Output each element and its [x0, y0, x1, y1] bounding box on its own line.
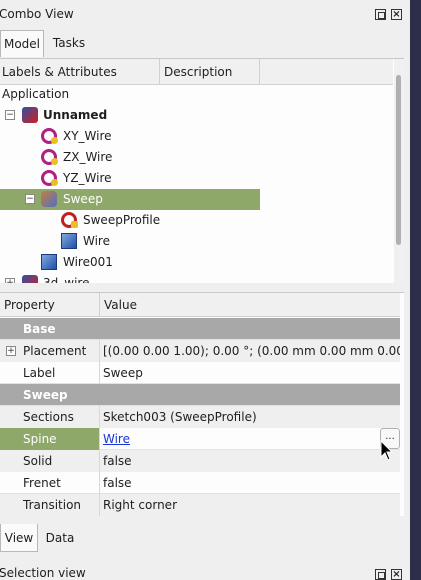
box-icon [61, 233, 77, 249]
tree-row-zx-wire[interactable]: ZX_Wire [0, 147, 393, 168]
tree-scrollbar[interactable] [394, 59, 404, 283]
tab-view[interactable]: View [0, 524, 38, 552]
tree-row-unnamed[interactable]: − Unnamed [0, 105, 393, 126]
box-icon [41, 254, 57, 270]
tree-item-label: ZX_Wire [63, 150, 113, 164]
prop-name: + Placement [0, 340, 100, 362]
collapse-icon[interactable]: − [25, 194, 35, 204]
prop-name: Spine [0, 428, 100, 450]
wire-sketch-icon [41, 128, 58, 144]
tree-item-label: Sweep [63, 192, 103, 206]
top-tab-bar: Model Tasks [0, 30, 404, 57]
panel-title: Combo View [0, 7, 74, 21]
expand-icon[interactable]: + [6, 346, 16, 356]
wire-sketch-icon [41, 170, 58, 186]
prop-name: Transition [0, 494, 100, 516]
right-edge-strip [410, 0, 421, 580]
tree-row-xy-wire[interactable]: XY_Wire [0, 126, 393, 147]
prop-value[interactable]: Right corner [100, 494, 400, 516]
combo-view-titlebar: Combo View × [0, 0, 410, 30]
tree-item-label: 3d_wire [43, 276, 90, 283]
prop-row-sections[interactable]: Sections Sketch003 (SweepProfile) [0, 406, 400, 428]
prop-name: Solid [0, 450, 100, 472]
prop-row-frenet[interactable]: Frenet false [0, 472, 400, 494]
tab-tasks[interactable]: Tasks [44, 30, 94, 57]
document-icon [22, 107, 38, 123]
property-header: Property Value [0, 293, 400, 317]
prop-value[interactable]: false [100, 472, 400, 494]
document-icon [22, 275, 38, 283]
tree-item-label: Unnamed [43, 108, 108, 122]
tree-row-3d-wire[interactable]: + 3d_wire [0, 273, 393, 283]
prop-value[interactable]: Wire [100, 428, 400, 450]
tree-item-label: SweepProfile [83, 213, 161, 227]
prop-value[interactable]: [(0.00 0.00 1.00); 0.00 °; (0.00 mm 0.00… [100, 340, 400, 362]
tree-item-label: YZ_Wire [63, 171, 112, 185]
tree-header: Labels & Attributes Description [0, 59, 393, 85]
tab-model[interactable]: Model [0, 30, 44, 57]
sketch-icon [61, 212, 78, 228]
tree-row-sweep[interactable]: − Sweep [0, 189, 260, 210]
wire-sketch-icon [41, 149, 58, 165]
group-label: Sweep [23, 388, 68, 402]
column-labels-attributes[interactable]: Labels & Attributes [0, 59, 160, 85]
property-editor: Property Value Base + Placement [(0.00 0… [0, 292, 404, 516]
tree-root-label: Application [2, 87, 70, 101]
column-value[interactable]: Value [100, 293, 400, 317]
tree-item-label: Wire001 [63, 255, 113, 269]
group-label: Base [23, 322, 56, 336]
model-tree: Labels & Attributes Description Applicat… [0, 58, 404, 283]
prop-name: Frenet [0, 472, 100, 494]
spine-link[interactable]: Wire [103, 432, 130, 446]
prop-value[interactable]: false [100, 450, 400, 472]
expand-icon[interactable]: + [5, 278, 15, 283]
prop-value[interactable]: Sketch003 (SweepProfile) [100, 406, 400, 428]
prop-row-transition[interactable]: Transition Right corner [0, 494, 400, 516]
scrollbar-thumb[interactable] [396, 75, 401, 245]
column-property[interactable]: Property [0, 293, 100, 317]
prop-name: Sections [0, 406, 100, 428]
tree-item-label: XY_Wire [63, 129, 112, 143]
tree-row-application[interactable]: Application [0, 84, 393, 105]
bottom-tab-bar: View Data [0, 524, 404, 552]
tab-data[interactable]: Data [38, 524, 82, 552]
collapse-icon[interactable]: − [5, 110, 15, 120]
column-description[interactable]: Description [160, 59, 260, 85]
float-icon[interactable] [375, 569, 386, 580]
tree-row-sweep-profile[interactable]: SweepProfile [0, 210, 393, 231]
sweep-icon [41, 191, 57, 207]
prop-row-solid[interactable]: Solid false [0, 450, 400, 472]
prop-name: Label [0, 362, 100, 384]
selection-view-title: Selection view [0, 566, 86, 580]
prop-row-label[interactable]: Label Sweep [0, 362, 400, 384]
tree-row-wire[interactable]: Wire [0, 231, 393, 252]
close-icon[interactable]: × [391, 9, 402, 20]
prop-row-spine[interactable]: Spine Wire ... [0, 428, 400, 450]
float-icon[interactable] [375, 9, 386, 20]
group-base[interactable]: Base [0, 318, 400, 340]
group-sweep[interactable]: Sweep [0, 384, 400, 406]
tree-row-wire001[interactable]: Wire001 [0, 252, 393, 273]
prop-value[interactable]: Sweep [100, 362, 400, 384]
prop-row-placement[interactable]: + Placement [(0.00 0.00 1.00); 0.00 °; (… [0, 340, 400, 362]
tree-item-label: Wire [83, 234, 110, 248]
close-icon[interactable]: × [391, 569, 402, 580]
tree-row-yz-wire[interactable]: YZ_Wire [0, 168, 393, 189]
